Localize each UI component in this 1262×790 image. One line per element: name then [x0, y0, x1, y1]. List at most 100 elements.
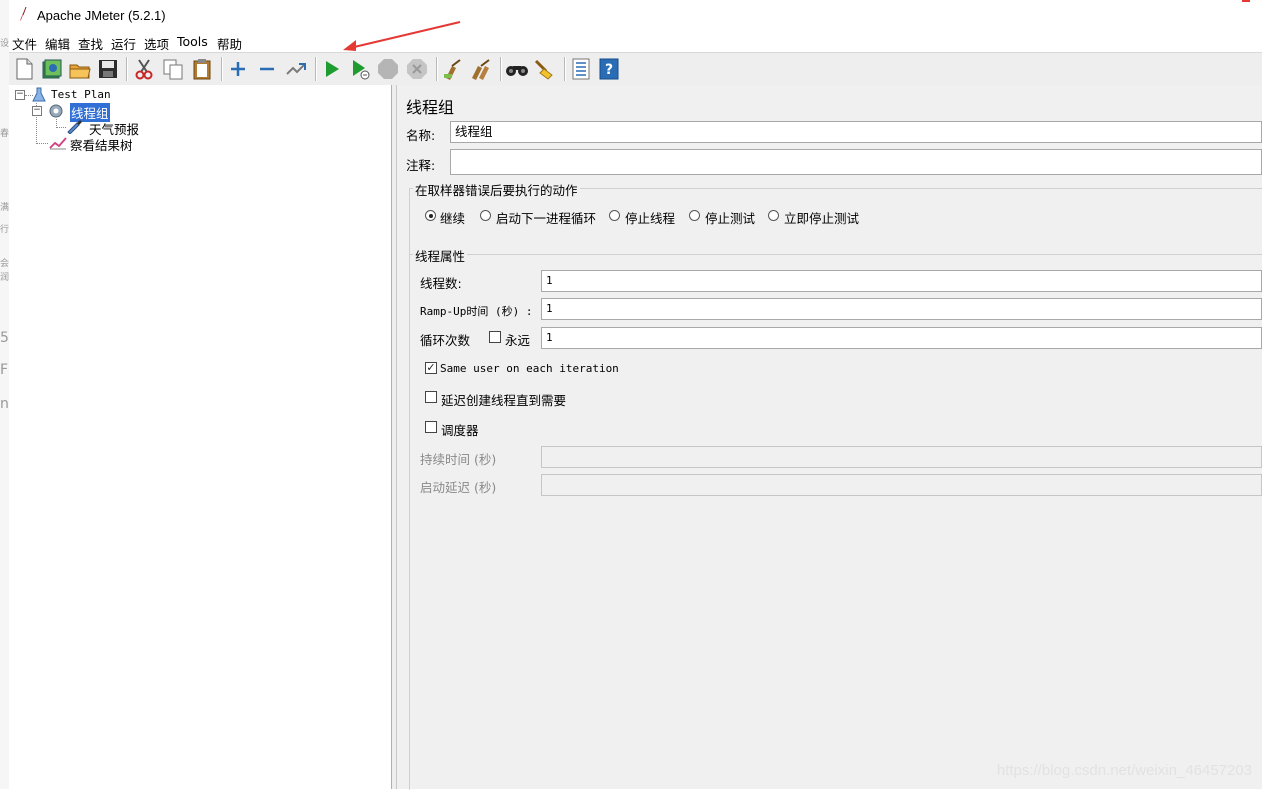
menu-tools[interactable]: Tools: [177, 34, 208, 49]
help-button[interactable]: ?: [596, 56, 622, 82]
window-title: Apache JMeter (5.2.1): [37, 8, 166, 23]
radio-stop-test-label: 停止测试: [705, 211, 756, 226]
comment-field[interactable]: [450, 149, 1262, 175]
test-plan-tree: − Test Plan − 线程组 天气预报 察看结果树: [9, 85, 392, 789]
radio-continue-label: 继续: [440, 211, 466, 226]
search-icon: [506, 66, 528, 76]
name-field[interactable]: 线程组: [450, 121, 1262, 143]
templates-icon: [42, 59, 62, 79]
collapse-toggle[interactable]: −: [15, 90, 25, 100]
menu-run[interactable]: 运行: [111, 34, 136, 53]
clear-button[interactable]: [440, 56, 466, 82]
collapse-toggle[interactable]: −: [32, 106, 42, 116]
function-helper-button[interactable]: [568, 56, 594, 82]
radio-stop-thread[interactable]: [609, 210, 620, 221]
name-label: 名称:: [406, 128, 436, 143]
menu-help[interactable]: 帮助: [217, 34, 242, 53]
search-button[interactable]: [504, 56, 530, 82]
rampup-label: Ramp-Up时间 (秒) :: [420, 305, 533, 318]
scheduler-checkbox[interactable]: [425, 421, 437, 433]
cut-button[interactable]: [131, 56, 157, 82]
function-helper-icon: [572, 58, 590, 80]
radio-stop-test-now[interactable]: [768, 210, 779, 221]
toggle-icon: [286, 63, 306, 75]
start-icon: [326, 61, 339, 77]
help-icon: ?: [599, 58, 619, 80]
open-button[interactable]: [67, 56, 93, 82]
reset-search-button[interactable]: [532, 56, 558, 82]
paste-button[interactable]: [189, 56, 215, 82]
menu-edit[interactable]: 编辑: [45, 34, 70, 53]
menu-bar: 文件 编辑 查找 运行 选项 Tools 帮助: [9, 32, 1262, 52]
collapse-icon: [260, 67, 274, 71]
comment-label: 注释:: [406, 158, 436, 173]
radio-start-next-loop-label: 启动下一进程循环: [496, 211, 597, 226]
toolbar-separator: [564, 57, 566, 81]
start-button[interactable]: [319, 56, 345, 82]
start-no-pauses-button[interactable]: [347, 56, 373, 82]
rampup-field[interactable]: 1: [541, 298, 1262, 320]
menu-file[interactable]: 文件: [12, 34, 37, 53]
clear-all-button[interactable]: [468, 56, 494, 82]
radio-stop-test-now-label: 立即停止测试: [784, 211, 860, 226]
templates-button[interactable]: [39, 56, 65, 82]
jmeter-feather-icon: [20, 6, 27, 21]
toolbar-separator: [436, 57, 438, 81]
copy-icon: [163, 59, 183, 80]
startup-delay-field[interactable]: [541, 474, 1262, 496]
menu-options[interactable]: 选项: [144, 34, 169, 53]
radio-stop-thread-label: 停止线程: [625, 211, 676, 226]
new-icon: [16, 58, 33, 80]
new-button[interactable]: [11, 56, 37, 82]
menu-search[interactable]: 查找: [78, 34, 103, 53]
title-bar: Apache JMeter (5.2.1): [9, 0, 1262, 32]
start-no-pauses-icon: [353, 60, 370, 80]
threads-field[interactable]: 1: [541, 270, 1262, 292]
radio-continue[interactable]: [425, 210, 436, 221]
watermark: https://blog.csdn.net/weixin_46457203: [996, 762, 1252, 779]
annotation-arrow: [343, 21, 461, 51]
clear-icon: [444, 59, 461, 80]
cut-icon: [135, 59, 153, 80]
gear-icon: [49, 104, 63, 118]
same-user-checkbox[interactable]: ✓: [425, 362, 437, 374]
duration-field[interactable]: [541, 446, 1262, 468]
toolbar-separator: [221, 57, 223, 81]
shutdown-icon: [407, 59, 427, 79]
loop-label: 循环次数: [420, 333, 471, 348]
background-red-mark: [1242, 0, 1250, 2]
chart-icon: [49, 137, 67, 150]
stop-button[interactable]: [375, 56, 401, 82]
clear-all-icon: [472, 59, 490, 80]
radio-start-next-loop[interactable]: [480, 210, 491, 221]
open-icon: [69, 64, 91, 79]
save-button[interactable]: [95, 56, 121, 82]
copy-button[interactable]: [160, 56, 186, 82]
shutdown-button[interactable]: [404, 56, 430, 82]
error-action-group-title: 在取样器错误后要执行的动作: [413, 180, 580, 199]
loop-count-field[interactable]: 1: [541, 327, 1262, 349]
same-user-label: Same user on each iteration: [440, 362, 619, 375]
paste-icon: [193, 59, 211, 80]
panel-title: 线程组: [406, 98, 455, 117]
stop-icon: [378, 59, 398, 79]
tree-node-test-plan[interactable]: Test Plan: [51, 88, 111, 101]
expand-button[interactable]: [225, 56, 251, 82]
pipette-icon: [67, 120, 82, 134]
test-plan-icon: [32, 87, 46, 102]
tree-node-listener[interactable]: 察看结果树: [70, 135, 133, 154]
threads-label: 线程数:: [420, 276, 462, 291]
collapse-button[interactable]: [254, 56, 280, 82]
delay-thread-creation-checkbox[interactable]: [425, 391, 437, 403]
scheduler-label: 调度器: [441, 423, 479, 438]
radio-stop-test[interactable]: [689, 210, 700, 221]
forever-checkbox[interactable]: [489, 331, 501, 343]
toolbar-separator: [126, 57, 128, 81]
toolbar: ?: [9, 52, 1262, 86]
toggle-button[interactable]: [283, 56, 309, 82]
forever-label: 永远: [505, 333, 531, 348]
toolbar-separator: [500, 57, 502, 81]
toolbar-separator: [315, 57, 317, 81]
startup-delay-label: 启动延迟 (秒): [420, 480, 497, 495]
thread-group-panel: 线程组 名称: 线程组 注释: 在取样器错误后要执行的动作 继续 启动下一进程循…: [397, 85, 1262, 790]
